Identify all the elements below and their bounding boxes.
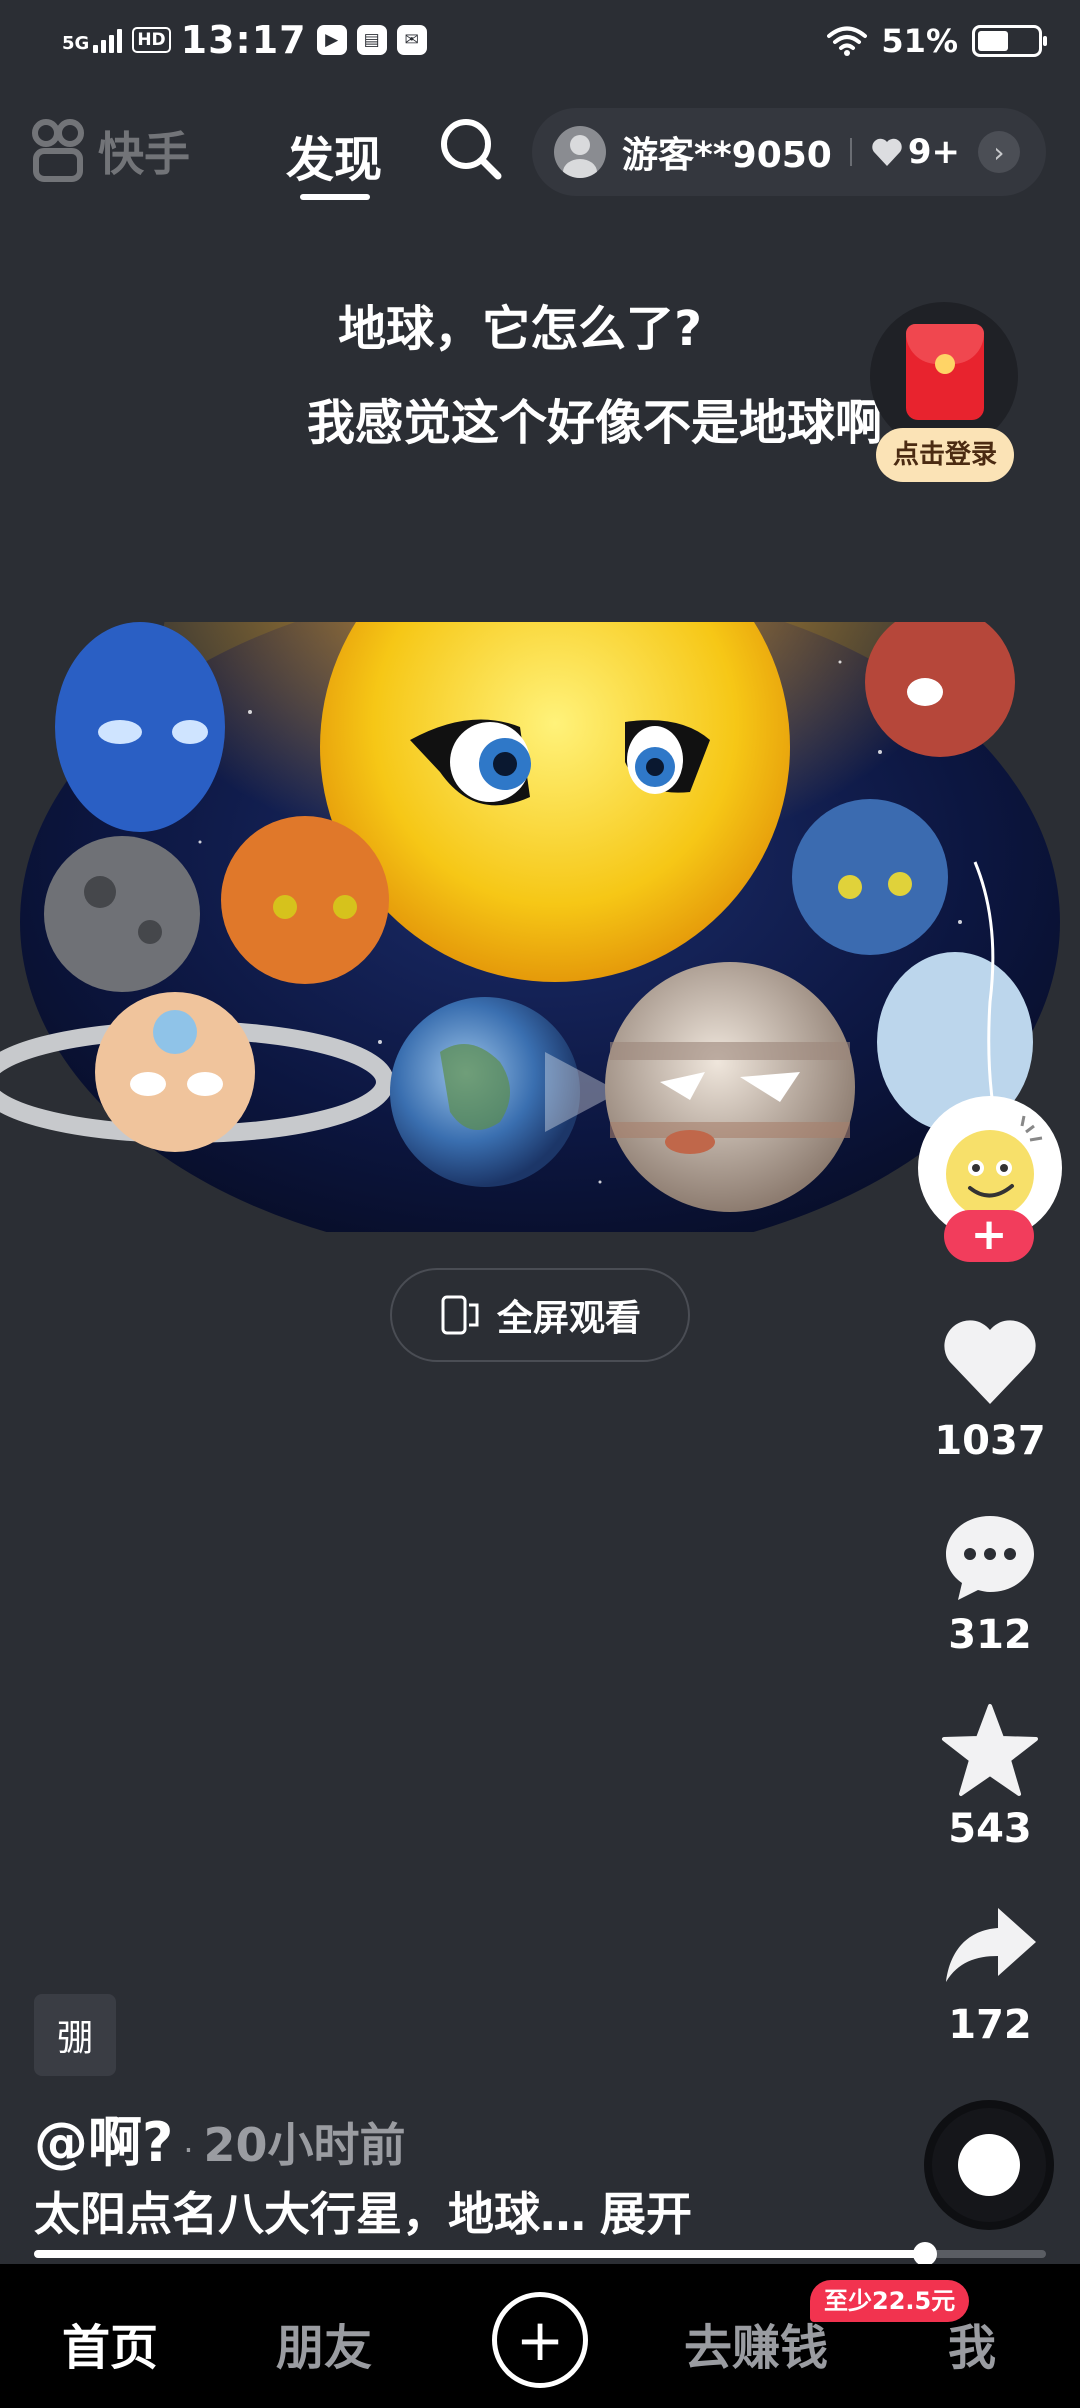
heart-icon bbox=[872, 138, 902, 166]
favorite-count: 543 bbox=[948, 1806, 1032, 1852]
avatar bbox=[554, 126, 606, 178]
tag-chip[interactable]: 弸 bbox=[34, 1994, 116, 2076]
post-description: 太阳点名八大行星，地球… 展开 bbox=[34, 2178, 692, 2244]
play-icon: ▶ bbox=[316, 25, 347, 55]
likes-badge: 9+ bbox=[907, 132, 961, 172]
red-envelope-icon bbox=[906, 324, 984, 420]
share-count: 172 bbox=[948, 2002, 1032, 2048]
video-progress-bar[interactable] bbox=[34, 2242, 1046, 2266]
user-name: 游客**9050 bbox=[622, 135, 832, 176]
message-icon: ✉ bbox=[396, 25, 427, 55]
expand-link[interactable]: 展开 bbox=[600, 2187, 692, 2241]
music-cover-icon bbox=[958, 2134, 1020, 2196]
like-action[interactable]: 1037 bbox=[910, 1314, 1070, 1464]
signal-icon bbox=[93, 27, 123, 53]
description-text: 太阳点名八大行星，地球… bbox=[34, 2187, 586, 2241]
star-icon bbox=[942, 1704, 1038, 1796]
user-pill[interactable]: 游客**9050 9+ › bbox=[532, 108, 1046, 196]
tab-me[interactable]: 我 bbox=[948, 2308, 996, 2378]
app-logo[interactable]: 快手 bbox=[30, 118, 190, 184]
status-bar: 5G HD 13:17 ▶ ▤ ✉ 51% bbox=[0, 0, 1080, 84]
follow-button[interactable]: + bbox=[944, 1210, 1034, 1262]
kuaishou-logo-icon bbox=[32, 119, 84, 182]
search-button[interactable] bbox=[436, 114, 506, 184]
separator-dot: · bbox=[183, 2131, 194, 2169]
heart-icon bbox=[944, 1320, 1036, 1404]
share-action[interactable]: 172 bbox=[910, 1898, 1070, 2048]
tab-earn[interactable]: 去赚钱 bbox=[684, 2308, 828, 2378]
favorite-action[interactable]: 543 bbox=[910, 1702, 1070, 1852]
login-prompt-badge[interactable]: 点击登录 bbox=[876, 428, 1014, 482]
music-disc[interactable] bbox=[924, 2100, 1054, 2230]
divider bbox=[849, 138, 852, 166]
book-icon: ▤ bbox=[356, 25, 387, 55]
tab-home[interactable]: 首页 bbox=[62, 2308, 158, 2378]
search-icon bbox=[441, 119, 502, 180]
chevron-right-icon[interactable]: › bbox=[978, 131, 1021, 173]
status-right: 51% bbox=[827, 22, 1047, 60]
battery-icon bbox=[972, 25, 1047, 57]
video-frame bbox=[0, 622, 1080, 1232]
tab-indicator bbox=[300, 194, 370, 200]
progress-handle[interactable] bbox=[912, 2242, 937, 2266]
tab-discover[interactable]: 发现 bbox=[286, 120, 382, 190]
hd-indicator: HD bbox=[132, 27, 171, 53]
top-nav: 快手 发现 游客**9050 9+ › bbox=[0, 100, 1080, 204]
video-player[interactable] bbox=[0, 622, 1080, 1232]
earn-badge: 至少22.5元 bbox=[810, 2280, 970, 2322]
author-line: @啊? · 20小时前 bbox=[34, 2098, 406, 2177]
battery-fill bbox=[978, 31, 1008, 51]
comment-icon bbox=[946, 1516, 1034, 1600]
signal-group: 5G bbox=[62, 27, 123, 54]
logo-text: 快手 bbox=[98, 127, 190, 181]
share-icon bbox=[946, 1908, 1036, 1982]
network-type: 5G bbox=[62, 33, 90, 54]
tab-friends[interactable]: 朋友 bbox=[276, 2308, 372, 2378]
like-count: 1037 bbox=[934, 1418, 1046, 1464]
progress-fill bbox=[34, 2250, 925, 2258]
post-time: 20小时前 bbox=[203, 2118, 406, 2172]
fullscreen-button[interactable]: 全屏观看 bbox=[390, 1268, 690, 1362]
rotate-screen-icon bbox=[441, 1295, 479, 1335]
clock: 13:17 bbox=[180, 18, 307, 62]
comment-count: 312 bbox=[948, 1612, 1032, 1658]
comment-action[interactable]: 312 bbox=[910, 1508, 1070, 1658]
create-button[interactable]: + bbox=[492, 2292, 588, 2388]
bottom-tab-bar: 首页 朋友 + 去赚钱 至少22.5元 我 bbox=[0, 2264, 1080, 2408]
video-feed-page: 5G HD 13:17 ▶ ▤ ✉ 51% 快手 发现 游客**9050 9+ … bbox=[0, 0, 1080, 2408]
plus-icon: + bbox=[515, 2306, 565, 2374]
fullscreen-label: 全屏观看 bbox=[496, 1298, 641, 1339]
battery-percent: 51% bbox=[881, 22, 958, 60]
wifi-icon bbox=[827, 26, 868, 56]
author-name[interactable]: @啊? bbox=[34, 2098, 173, 2177]
status-left: 5G HD 13:17 ▶ ▤ ✉ bbox=[62, 18, 427, 62]
